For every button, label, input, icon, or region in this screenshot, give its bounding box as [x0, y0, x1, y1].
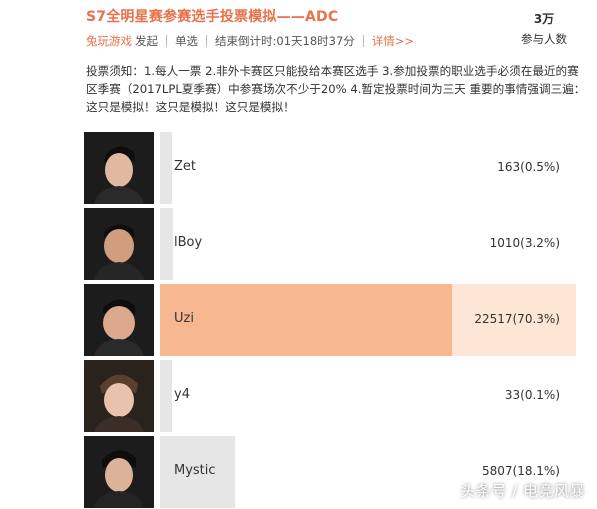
countdown: 结束倒计时:01天18时37分	[215, 34, 355, 48]
poll-type: 单选	[175, 34, 198, 48]
divider	[206, 35, 207, 47]
avatar	[84, 436, 154, 508]
candidate-name: Mystic	[174, 463, 216, 478]
poll-title: S7全明星赛参赛选手投票模拟——ADC	[86, 9, 339, 25]
vote-count: 1010(3.2%)	[489, 236, 560, 250]
posted-label: 发起	[135, 34, 158, 48]
avatar	[84, 208, 154, 280]
vote-bar	[160, 284, 452, 356]
vote-count: 5807(18.1%)	[481, 464, 560, 478]
avatar	[84, 360, 154, 432]
candidate-row[interactable]: y4 33(0.1%)	[84, 360, 576, 432]
watermark: 头条号 / 电竞风暴	[460, 482, 585, 500]
candidate-row[interactable]: Uzi 22517(70.3%)	[84, 284, 576, 356]
participant-label: 参与人数	[521, 32, 567, 46]
vote-count: 163(0.5%)	[497, 160, 560, 174]
avatar	[84, 284, 154, 356]
vote-count: 22517(70.3%)	[474, 312, 560, 326]
candidate-row[interactable]: Zet 163(0.5%)	[84, 132, 576, 204]
candidate-name: Uzi	[174, 311, 194, 326]
vote-bar	[160, 208, 173, 280]
avatar	[84, 132, 154, 204]
participant-number: 3万	[533, 12, 555, 26]
details-link[interactable]: 详情>>	[372, 33, 414, 49]
divider	[166, 35, 167, 47]
participant-count: 3万 参与人数	[498, 10, 590, 47]
candidate-name: Zet	[174, 159, 197, 174]
author-link[interactable]: 兔玩游戏	[86, 33, 132, 49]
candidate-row[interactable]: lBoy 1010(3.2%)	[84, 208, 576, 280]
poll-rules: 投票须知：1.每人一票 2.非外卡赛区只能投给本赛区选手 3.参加投票的职业选手…	[86, 64, 586, 114]
candidate-name: lBoy	[174, 235, 203, 250]
poll-meta: 兔玩游戏 发起 单选 结束倒计时:01天18时37分 详情>>	[86, 33, 414, 49]
candidate-name: y4	[174, 387, 190, 402]
vote-bar	[160, 360, 172, 432]
vote-count: 33(0.1%)	[504, 388, 560, 402]
vote-bar	[160, 132, 172, 204]
divider	[362, 35, 364, 47]
